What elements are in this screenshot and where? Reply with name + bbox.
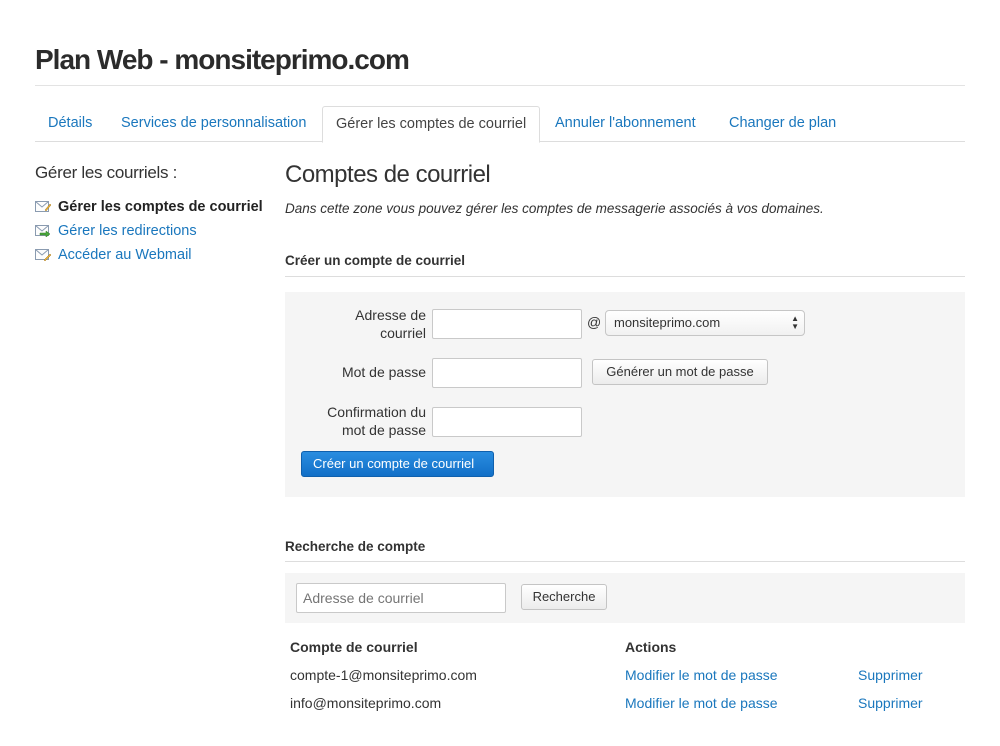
sidebar-item-label: Gérer les comptes de courriel (58, 199, 263, 215)
title-divider (35, 85, 965, 86)
tab-manage-email-accounts[interactable]: Gérer les comptes de courriel (322, 106, 541, 143)
mail-edit-icon (35, 201, 51, 212)
tab-custom-services[interactable]: Services de personnalisation (108, 106, 319, 142)
sidebar-item-manage-accounts[interactable]: Gérer les comptes de courriel (35, 198, 263, 222)
webmail-icon (35, 249, 51, 261)
address-label-line2: courriel (380, 325, 426, 341)
change-password-link[interactable]: Modifier le mot de passe (625, 695, 778, 711)
search-panel: Recherche (285, 573, 965, 623)
confirm-label-line1: Confirmation du (327, 404, 426, 420)
tab-cancel-subscription[interactable]: Annuler l'abonnement (542, 106, 709, 142)
search-input[interactable] (296, 583, 506, 613)
sidebar-item-label: Accéder au Webmail (58, 247, 192, 263)
address-label-line1: Adresse de (355, 307, 426, 323)
section-divider (285, 561, 965, 562)
sidebar-title: Gérer les courriels : (35, 163, 178, 182)
account-email: info@monsiteprimo.com (290, 695, 442, 711)
confirm-password-field[interactable] (432, 407, 582, 437)
domain-select[interactable]: monsiteprimo.com ▲ ▼ (605, 310, 805, 336)
sidebar-nav: Gérer les comptes de courriel Gérer les … (35, 198, 263, 270)
confirm-password-label: Confirmation du mot de passe (305, 403, 426, 439)
generate-password-button[interactable]: Générer un mot de passe (592, 359, 768, 385)
page: Plan Web - monsiteprimo.com Détails Serv… (0, 0, 1000, 746)
search-button[interactable]: Recherche (521, 584, 607, 610)
column-header-account: Compte de courriel (290, 639, 418, 655)
create-account-form: Adresse de courriel @ monsiteprimo.com ▲… (285, 292, 965, 497)
tab-details[interactable]: Détails (35, 106, 105, 142)
mail-forward-icon (35, 225, 51, 237)
tab-change-plan[interactable]: Changer de plan (716, 106, 849, 142)
section-description: Dans cette zone vous pouvez gérer les co… (285, 201, 824, 216)
search-section-title: Recherche de compte (285, 539, 426, 554)
domain-select-value: monsiteprimo.com (614, 315, 721, 330)
column-header-actions: Actions (625, 639, 677, 655)
change-password-link[interactable]: Modifier le mot de passe (625, 667, 778, 683)
page-title: Plan Web - monsiteprimo.com (35, 44, 410, 75)
sidebar-item-label: Gérer les redirections (58, 223, 197, 239)
delete-account-link[interactable]: Supprimer (858, 695, 923, 711)
delete-account-link[interactable]: Supprimer (858, 667, 923, 683)
section-divider (285, 276, 965, 277)
create-account-title: Créer un compte de courriel (285, 253, 466, 268)
select-arrows-icon: ▲ ▼ (791, 314, 799, 331)
email-address-input[interactable] (432, 309, 582, 339)
password-label: Mot de passe (341, 364, 426, 380)
address-label: Adresse de courriel (305, 306, 426, 342)
password-field[interactable] (432, 358, 582, 388)
create-account-button[interactable]: Créer un compte de courriel (301, 451, 494, 477)
section-heading: Comptes de courriel (285, 161, 491, 188)
account-email: compte-1@monsiteprimo.com (290, 667, 477, 683)
tab-bar: Détails Services de personnalisation Gér… (35, 106, 965, 143)
sidebar-item-redirections[interactable]: Gérer les redirections (35, 222, 263, 246)
confirm-label-line2: mot de passe (341, 422, 426, 438)
sidebar-item-webmail[interactable]: Accéder au Webmail (35, 246, 263, 270)
at-sign: @ (587, 314, 602, 330)
